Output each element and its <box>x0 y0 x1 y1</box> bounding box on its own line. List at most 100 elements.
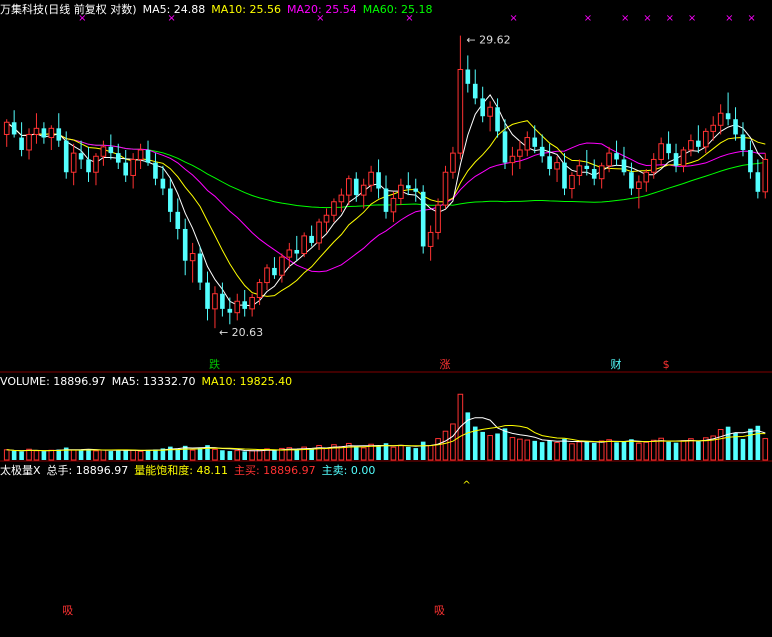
volume-bar <box>78 450 84 460</box>
indicator-bar <box>220 619 225 633</box>
indicator-bar <box>130 619 136 633</box>
indicator-bar <box>339 608 344 633</box>
candle-body <box>168 188 173 212</box>
candle-body <box>740 134 746 150</box>
indicator-bar <box>495 578 500 633</box>
indicator-bar <box>26 619 32 633</box>
candle-body <box>227 308 233 313</box>
indicator-bar <box>502 567 508 633</box>
indicator-bar <box>353 605 359 633</box>
candle-body <box>383 188 389 212</box>
volume-bar <box>123 449 129 460</box>
indicator-bar <box>56 616 62 633</box>
indicator-bar <box>123 616 129 633</box>
candle-body <box>286 249 293 258</box>
candle-body <box>406 185 411 189</box>
indicator-bar <box>234 619 240 633</box>
event-tag-finance: 财 <box>611 357 622 371</box>
signal-x-marker: × <box>509 13 517 24</box>
indicator-bar <box>532 594 538 633</box>
signal-x-marker: × <box>666 13 674 24</box>
volume-bar <box>108 451 114 460</box>
volume-bar <box>256 449 263 461</box>
candle-body <box>413 188 419 192</box>
volume-bar <box>390 446 397 461</box>
volume-bar <box>249 450 255 461</box>
indicator-bar <box>458 482 463 633</box>
candle-body <box>524 137 531 151</box>
candle-body <box>182 228 188 261</box>
candle-body <box>123 162 129 176</box>
indicator-bar <box>227 622 233 633</box>
indicator-bar <box>651 591 657 633</box>
candle-body <box>100 146 107 157</box>
indicator-bar <box>287 611 292 633</box>
indicator-bar <box>584 594 590 633</box>
indicator-bar <box>78 619 84 633</box>
candle-body <box>733 119 738 135</box>
volume-bar <box>406 446 411 460</box>
indicator-bar <box>138 622 143 633</box>
candle-body <box>338 194 345 203</box>
indicator-bar <box>420 594 426 633</box>
candle-body <box>145 149 151 163</box>
signal-x-marker: × <box>405 13 413 24</box>
indicator-bar <box>383 600 389 633</box>
candle-body <box>26 133 32 151</box>
candle-body <box>650 158 657 173</box>
candle-body <box>450 152 456 173</box>
candle-body <box>420 191 426 247</box>
indicator-bar <box>34 622 39 633</box>
signal-x-marker: × <box>688 13 696 24</box>
indicator-bar <box>710 580 716 633</box>
volume-bar <box>33 450 40 461</box>
candle-body <box>457 69 464 154</box>
indicator-bar <box>688 589 694 633</box>
candle-body <box>242 301 248 309</box>
candle-body <box>673 153 679 166</box>
volume-bar <box>353 446 359 460</box>
candles-layer <box>3 35 769 329</box>
indicator-bar <box>428 605 433 633</box>
signal-x-marker: × <box>621 13 629 24</box>
indicator-bars-layer: ^ 吸 吸 <box>4 480 768 633</box>
indicator-bar <box>703 586 709 633</box>
indicator-bar <box>212 616 218 633</box>
candle-body <box>234 300 241 314</box>
indicator-bar <box>629 589 634 633</box>
indicator-bar <box>257 616 262 633</box>
signal-x-marker: × <box>584 13 592 24</box>
candle-body <box>584 165 590 170</box>
candle-body <box>502 131 508 163</box>
event-tag-up: 涨 <box>439 358 450 371</box>
indicator-bar <box>19 616 24 633</box>
signal-x-marker: × <box>167 13 175 24</box>
indicator-bar <box>666 594 671 633</box>
candle-body <box>41 128 47 138</box>
indicator-bar <box>272 619 277 633</box>
candle-body <box>702 130 709 148</box>
volume-bar <box>591 442 597 460</box>
indicator-bar <box>413 611 419 633</box>
indicator-bar <box>524 591 530 633</box>
indicator-bar <box>696 594 701 633</box>
indicator-bar <box>160 613 166 633</box>
indicator-bar <box>279 613 285 633</box>
candle-body <box>465 69 471 84</box>
volume-bar <box>643 441 650 461</box>
candle-body <box>569 174 575 190</box>
candle-body <box>517 149 523 157</box>
indicator-bar <box>368 602 374 633</box>
volume-bar <box>175 448 181 460</box>
volume-bar <box>435 438 441 461</box>
indicator-bar <box>510 586 515 633</box>
volume-bar <box>562 438 567 460</box>
candle-body <box>256 282 263 298</box>
volume-bar <box>338 446 345 461</box>
indicator-bar <box>376 605 381 633</box>
volume-bar <box>666 441 671 460</box>
candle-body <box>576 165 583 176</box>
volume-bar <box>427 444 434 461</box>
candle-body <box>710 124 717 132</box>
candle-body <box>636 181 642 190</box>
